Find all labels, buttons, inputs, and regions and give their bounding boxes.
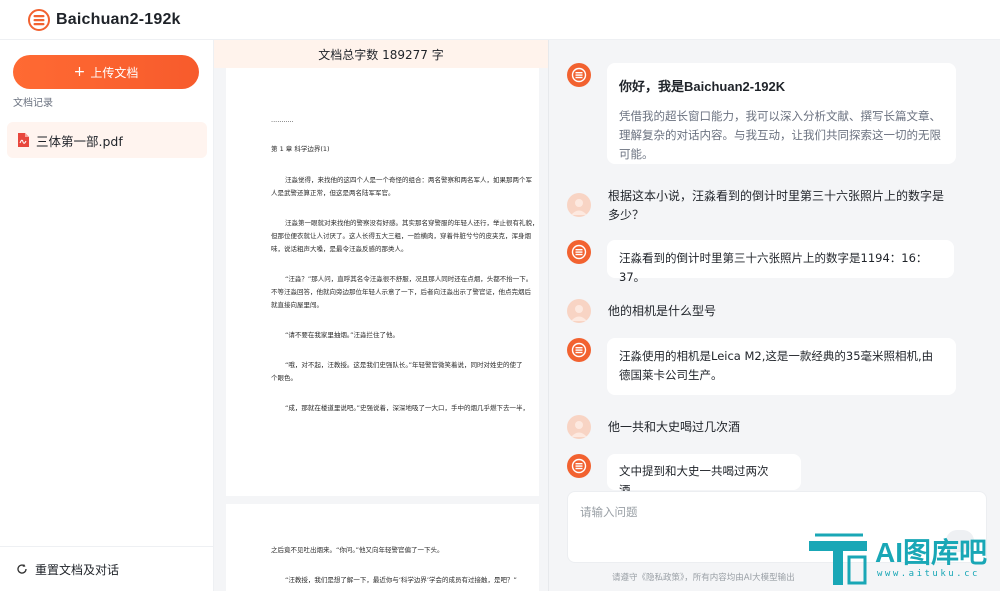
reset-label: 重置文档及对话 <box>35 562 120 577</box>
top-bar: Baichuan2-192k <box>0 0 1000 40</box>
doc-text: “汪教授，我们是想了解一下，最近你与‘科学边界’学会的成员有过接触，是吧？” <box>285 576 517 584</box>
baichuan-logo-icon <box>28 8 50 31</box>
user-avatar <box>567 415 591 439</box>
doc-text: ........... <box>271 116 294 124</box>
doc-text: “请不要在我家里抽烟。”汪淼拦住了他。 <box>285 331 399 339</box>
doc-text: 味，说话粗声大嗓，是最令汪淼反感的那类人。 <box>271 245 408 253</box>
watermark-text: AI图库吧 <box>875 537 988 568</box>
doc-paragraph: 汪淼第一眼就对来找他的警察没有好感。其实那名穿警服的年轻人还行，举止很有礼貌， … <box>271 217 539 256</box>
user-avatar <box>567 193 591 217</box>
doc-text: 但那位便衣就让人讨厌了。这人长得五大三粗，一脸横肉，穿着件脏兮兮的皮夹克，浑身烟 <box>271 232 531 240</box>
user-message: 他的相机是什么型号 <box>608 304 717 318</box>
pdf-file-icon <box>18 133 29 147</box>
doc-text: 汪淼觉得，来找他的这四个人是一个奇怪的组合：两名警察和两名军人，如果那两个军 <box>285 176 532 184</box>
file-item[interactable]: 三体第一部.pdf <box>7 122 207 158</box>
user-message: 根据这本小说，汪淼看到的倒计时里第三十六张照片上的数字是多少？ <box>608 189 945 222</box>
doc-paragraph: “哦，对不起，汪教授。这是我们史强队长。”年轻警官微笑着说，同时对姓史的使了 个… <box>271 359 539 385</box>
doc-text: 汪淼第一眼就对来找他的警察没有好感。其实那名穿警服的年轻人还行，举止很有礼貌， <box>285 219 539 227</box>
page-separator <box>226 496 539 504</box>
doc-paragraph: “成，那就在楼道里说吧。”史强说着，深深地吸了一大口，手中的烟几乎燃下去一半， <box>271 402 539 415</box>
document-viewer[interactable]: 文档总字数 189277 字 ........... 第 1 章 科学边界(1)… <box>214 40 548 591</box>
doc-paragraph: 汪淼觉得，来找他的这四个人是一个奇怪的组合：两名警察和两名军人，如果那两个军 人… <box>271 174 539 200</box>
disclaimer-text: 请遵守《隐私政策》，所有内容均由AI大模型输出 <box>612 573 795 583</box>
chapter-title: 第 1 章 科学边界(1) <box>271 145 330 153</box>
doc-text: “哦，对不起，汪教授。这是我们史强队长。”年轻警官微笑着说，同时对姓史的使了 <box>285 361 523 369</box>
user-icon <box>571 421 587 437</box>
reset-icon <box>17 564 27 574</box>
doc-text: “汪淼？”那人问，直呼其名令汪淼很不舒服，况且那人同时还在点烟，头都不抬一下。 <box>285 275 533 283</box>
bot-avatar <box>567 454 591 478</box>
upload-document-button[interactable]: + 上传文档 <box>13 55 199 89</box>
doc-text: 人是武警还算正常，但这是两名陆军军官。 <box>271 189 395 197</box>
user-icon <box>571 199 587 215</box>
watermark-url: www.aituku.cc <box>877 569 980 579</box>
baichuan-logo-icon <box>571 458 587 474</box>
doc-text: 个眼色。 <box>271 374 297 382</box>
doc-text: “成，那就在楼道里说吧。”史强说着，深深地吸了一大口，手中的烟几乎燃下去一半， <box>285 404 529 412</box>
word-count-header: 文档总字数 189277 字 <box>214 40 548 68</box>
welcome-title: 你好，我是Baichuan2-192K <box>619 79 786 94</box>
upload-label: 上传文档 <box>90 65 139 80</box>
bot-avatar <box>567 63 591 87</box>
plus-icon: + <box>73 64 86 80</box>
baichuan-logo-icon <box>571 244 587 260</box>
bot-message: 文中提到和大史一共喝过两次酒。 <box>607 454 801 497</box>
bot-avatar <box>567 240 591 264</box>
doc-text: 就直接向屋里闯。 <box>271 301 323 309</box>
file-name: 三体第一部.pdf <box>36 133 123 149</box>
user-message: 他一共和大史喝过几次酒 <box>608 420 741 434</box>
document-history-label: 文档记录 <box>13 98 53 109</box>
reset-button[interactable]: 重置文档及对话 <box>0 546 214 591</box>
doc-paragraph: “请不要在我家里抽烟。”汪淼拦住了他。 <box>271 329 539 342</box>
document-page: 之后竟不见吐出烟来。“你问。”他又向年轻警官偏了一下头。 “汪教授，我们是想了解… <box>226 504 539 591</box>
bot-message: 汪淼使用的相机是Leica M2,这是一款经典的35毫米照相机,由德国莱卡公司生… <box>607 338 956 395</box>
bot-message: 汪淼看到的倒计时里第三十六张照片上的数字是1194：16：37。 <box>607 240 954 284</box>
sidebar: + 上传文档 文档记录 三体第一部.pdf 重置文档及对话 <box>0 40 214 591</box>
doc-text: 不等汪淼回答，他就向旁边那位年轻人示意了一下，后者向汪淼出示了警官证，他点完烟后 <box>271 288 531 296</box>
doc-paragraph: “汪淼？”那人问，直呼其名令汪淼很不舒服，况且那人同时还在点烟，头都不抬一下。 … <box>271 273 539 312</box>
baichuan-logo-icon <box>571 342 587 358</box>
bot-avatar <box>567 338 591 362</box>
bot-message: 你好，我是Baichuan2-192K 凭借我的超长窗口能力，我可以深入分析文献… <box>607 63 956 164</box>
doc-text: 之后竟不见吐出烟来。“你问。”他又向年轻警官偏了一下头。 <box>271 546 444 554</box>
user-avatar <box>567 299 591 323</box>
welcome-text: 凭借我的超长窗口能力，我可以深入分析文献、撰写长篇文章、理解复杂的对话内容。与我… <box>619 109 941 161</box>
document-page: ........... 第 1 章 科学边界(1) 汪淼觉得，来找他的这四个人是… <box>226 68 539 536</box>
user-icon <box>571 305 587 321</box>
baichuan-logo-icon <box>571 67 587 83</box>
app-title: Baichuan2-192k <box>56 10 181 28</box>
